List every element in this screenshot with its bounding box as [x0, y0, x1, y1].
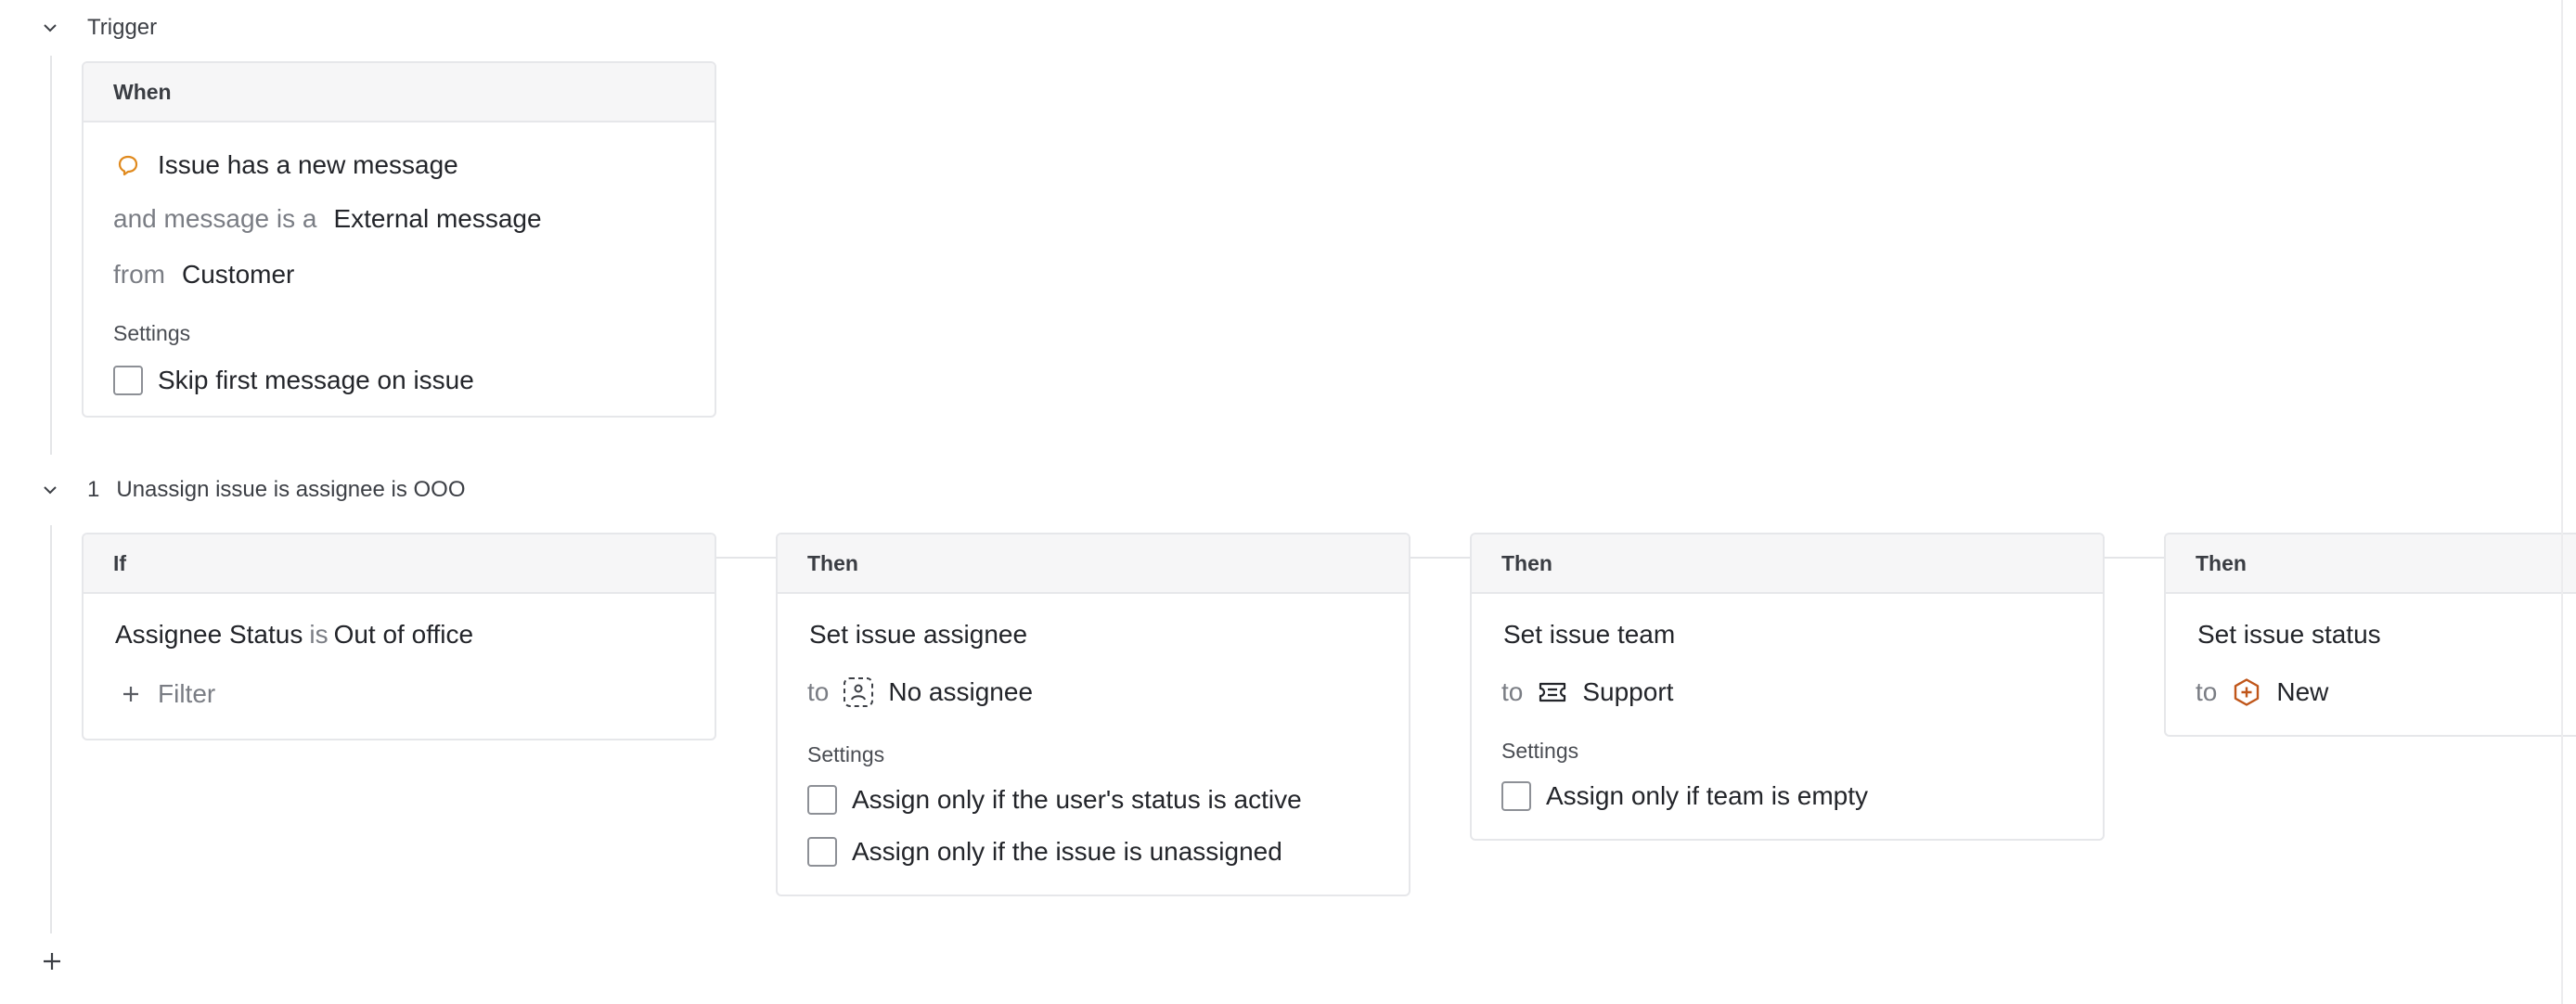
- status-new-icon: [2230, 676, 2263, 709]
- add-filter-button[interactable]: Filter: [117, 677, 215, 711]
- condition-row[interactable]: Assignee Status is Out of office: [115, 620, 473, 650]
- then-card-header: Then: [778, 534, 1409, 594]
- status-action-label: Set issue status: [2197, 620, 2381, 649]
- connector-line: [716, 557, 776, 559]
- add-rule-button[interactable]: [33, 943, 71, 980]
- status-value-row[interactable]: to New: [2196, 676, 2328, 709]
- rule-guide-line: [50, 525, 52, 933]
- rule-number: 1: [87, 477, 100, 502]
- team-settings-label: Settings: [1501, 739, 1579, 763]
- then-assignee-card[interactable]: Then Set issue assignee to No assignee S…: [776, 533, 1410, 896]
- condition-value[interactable]: Out of office: [334, 620, 473, 650]
- if-condition-card[interactable]: If Assignee Status is Out of office Filt…: [82, 533, 716, 740]
- team-to-prefix: to: [1501, 677, 1524, 706]
- trigger-event-row[interactable]: Issue has a new message: [113, 148, 458, 182]
- status-to-prefix: to: [2196, 677, 2218, 706]
- message-type-prefix: and message is a: [113, 204, 317, 233]
- trigger-section-title: Trigger: [87, 15, 158, 40]
- team-value[interactable]: Support: [1582, 677, 1673, 707]
- assignee-value[interactable]: No assignee: [888, 677, 1033, 707]
- assignee-action-label: Set issue assignee: [809, 620, 1028, 649]
- then-card-header: Then: [1472, 534, 2103, 594]
- right-edge-divider: [2561, 0, 2563, 1004]
- message-bubble-icon: [111, 148, 145, 182]
- condition-operator[interactable]: is: [309, 620, 328, 650]
- chevron-down-icon[interactable]: [32, 9, 69, 46]
- assign-if-unassigned-checkbox[interactable]: [807, 837, 837, 867]
- plus-icon: [44, 953, 60, 970]
- chevron-down-icon[interactable]: [32, 471, 69, 508]
- skip-first-message-option[interactable]: Skip first message on issue: [113, 366, 474, 395]
- assignee-value-row[interactable]: to No assignee: [807, 676, 1033, 709]
- message-type-row[interactable]: and message is a External message: [113, 204, 542, 234]
- plus-icon: [117, 677, 145, 711]
- from-value[interactable]: Customer: [182, 260, 294, 290]
- skip-first-message-checkbox[interactable]: [113, 366, 143, 395]
- if-card-header: If: [84, 534, 715, 594]
- condition-field[interactable]: Assignee Status: [115, 620, 303, 650]
- then-status-card[interactable]: Then Set issue status to New: [2164, 533, 2576, 737]
- rule-title: Unassign issue is assignee is OOO: [116, 477, 466, 502]
- assign-if-team-empty-checkbox[interactable]: [1501, 781, 1531, 811]
- then-card-header: Then: [2166, 534, 2576, 594]
- assignee-action-row[interactable]: Set issue assignee: [809, 620, 1027, 650]
- trigger-guide-line: [50, 56, 52, 455]
- team-action-row[interactable]: Set issue team: [1503, 620, 1675, 650]
- assignee-to-prefix: to: [807, 677, 830, 706]
- trigger-settings-label: Settings: [113, 321, 191, 345]
- assign-if-unassigned-label: Assign only if the issue is unassigned: [852, 837, 1282, 866]
- when-card-header: When: [84, 63, 715, 122]
- assign-if-team-empty-option[interactable]: Assign only if team is empty: [1501, 781, 1868, 811]
- assign-if-unassigned-option[interactable]: Assign only if the issue is unassigned: [807, 837, 1282, 867]
- status-value[interactable]: New: [2276, 677, 2328, 707]
- connector-line: [2105, 557, 2164, 559]
- from-row[interactable]: from Customer: [113, 260, 294, 290]
- assignee-settings-label: Settings: [807, 742, 885, 766]
- team-value-row[interactable]: to Support: [1501, 676, 1673, 709]
- rule-section-header[interactable]: 1 Unassign issue is assignee is OOO: [32, 471, 466, 508]
- connector-line: [1410, 557, 1470, 559]
- skip-first-message-label: Skip first message on issue: [158, 366, 474, 394]
- assign-if-active-checkbox[interactable]: [807, 785, 837, 815]
- filter-label: Filter: [158, 679, 216, 708]
- message-type-value[interactable]: External message: [333, 204, 541, 234]
- team-action-label: Set issue team: [1503, 620, 1676, 649]
- team-ticket-icon: [1536, 676, 1569, 709]
- no-assignee-icon: [842, 676, 875, 709]
- assign-if-active-label: Assign only if the user's status is acti…: [852, 785, 1302, 814]
- assign-if-team-empty-label: Assign only if team is empty: [1546, 781, 1869, 810]
- then-team-card[interactable]: Then Set issue team to Support Settings …: [1470, 533, 2105, 841]
- status-action-row[interactable]: Set issue status: [2197, 620, 2381, 650]
- trigger-when-card[interactable]: When Issue has a new message and message…: [82, 61, 716, 418]
- trigger-section-header[interactable]: Trigger: [32, 9, 157, 46]
- assign-if-active-option[interactable]: Assign only if the user's status is acti…: [807, 785, 1302, 815]
- trigger-event-label: Issue has a new message: [158, 150, 458, 179]
- from-prefix: from: [113, 260, 165, 289]
